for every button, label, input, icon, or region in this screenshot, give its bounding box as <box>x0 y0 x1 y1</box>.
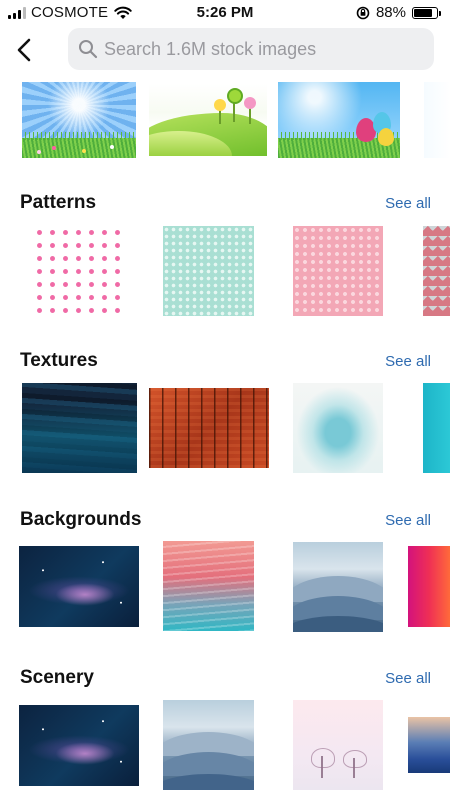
backgrounds-row <box>0 541 450 633</box>
see-all-backgrounds-link[interactable]: See all <box>385 512 431 529</box>
image-thumbnail[interactable] <box>163 226 254 316</box>
see-all-textures-link[interactable]: See all <box>385 353 431 370</box>
textures-row <box>0 383 450 475</box>
image-thumbnail[interactable] <box>33 226 124 316</box>
image-thumbnail[interactable] <box>163 700 254 790</box>
image-thumbnail[interactable] <box>278 82 400 158</box>
image-thumbnail[interactable] <box>408 717 450 773</box>
image-thumbnail[interactable] <box>408 546 450 627</box>
image-thumbnail[interactable] <box>149 388 269 468</box>
image-thumbnail[interactable] <box>19 705 139 786</box>
image-thumbnail[interactable] <box>423 226 450 316</box>
battery-icon <box>412 6 441 19</box>
section-title-patterns: Patterns <box>20 192 97 213</box>
image-thumbnail[interactable] <box>293 226 383 316</box>
search-input[interactable] <box>104 28 424 70</box>
image-thumbnail[interactable] <box>424 82 450 158</box>
easter-row <box>0 82 450 160</box>
image-thumbnail[interactable] <box>293 383 383 473</box>
image-thumbnail[interactable] <box>163 541 254 631</box>
see-all-scenery-link[interactable]: See all <box>385 670 431 687</box>
image-thumbnail[interactable] <box>423 383 450 473</box>
image-thumbnail[interactable] <box>149 84 267 156</box>
see-all-patterns-link[interactable]: See all <box>385 195 431 212</box>
patterns-row <box>0 226 450 316</box>
status-bar: COSMOTE 5:26 PM 88% <box>0 0 450 26</box>
chevron-left-icon <box>17 38 31 62</box>
image-thumbnail[interactable] <box>22 383 137 473</box>
search-bar[interactable] <box>68 28 434 70</box>
image-thumbnail[interactable] <box>19 546 139 627</box>
scenery-row <box>0 700 450 792</box>
orientation-lock-icon <box>356 6 370 19</box>
battery-percent: 88% <box>375 4 406 21</box>
image-thumbnail[interactable] <box>293 542 383 632</box>
back-button[interactable] <box>12 34 40 66</box>
section-title-backgrounds: Backgrounds <box>20 509 142 530</box>
search-icon <box>79 40 98 59</box>
image-thumbnail[interactable] <box>22 82 136 158</box>
section-title-scenery: Scenery <box>20 667 94 688</box>
image-thumbnail[interactable] <box>293 700 383 790</box>
section-title-textures: Textures <box>20 350 98 371</box>
status-right: 88% <box>356 4 441 21</box>
